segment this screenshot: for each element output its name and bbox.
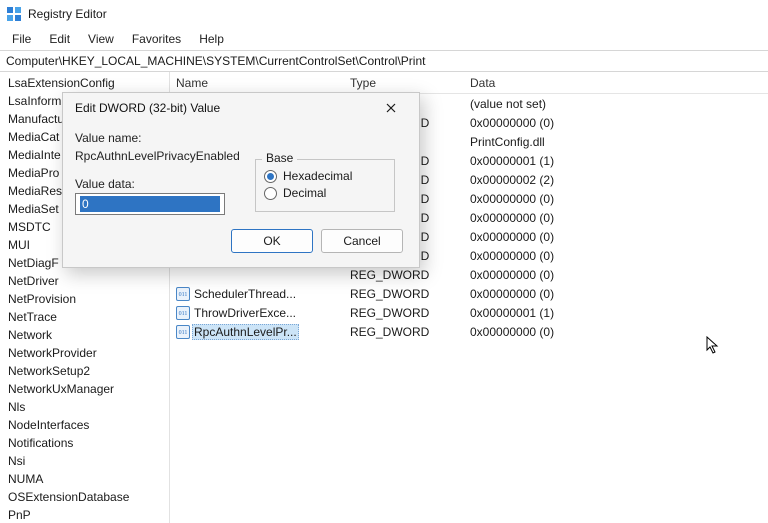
tree-node[interactable]: Network (8, 326, 169, 344)
edit-dword-dialog: Edit DWORD (32-bit) Value Value name: Rp… (62, 92, 420, 268)
value-data-text: 0x00000000 (0) (470, 287, 768, 301)
menu-view[interactable]: View (80, 30, 122, 48)
regedit-icon (6, 6, 22, 22)
value-data-text: (value not set) (470, 97, 768, 111)
value-type-text: REG_DWORD (350, 287, 470, 301)
titlebar: Registry Editor (0, 0, 768, 28)
dialog-titlebar[interactable]: Edit DWORD (32-bit) Value (63, 93, 419, 123)
tree-node[interactable]: LsaExtensionConfig (8, 74, 169, 92)
tree-node[interactable]: NetTrace (8, 308, 169, 326)
tree-node[interactable]: PnP (8, 506, 169, 523)
radio-dec-row[interactable]: Decimal (264, 186, 386, 200)
column-name[interactable]: Name (170, 76, 350, 90)
value-data-text: 0x00000001 (1) (470, 154, 768, 168)
value-name-text: ThrowDriverExce... (194, 306, 296, 320)
address-bar[interactable]: Computer\HKEY_LOCAL_MACHINE\SYSTEM\Curre… (0, 50, 768, 72)
value-data-text: 0x00000000 (0) (470, 230, 768, 244)
svg-text:011: 011 (179, 311, 188, 317)
tree-node[interactable]: NodeInterfaces (8, 416, 169, 434)
menu-favorites[interactable]: Favorites (124, 30, 189, 48)
cancel-button[interactable]: Cancel (321, 229, 403, 253)
ok-button[interactable]: OK (231, 229, 313, 253)
tree-node[interactable]: NetworkSetup2 (8, 362, 169, 380)
address-path: Computer\HKEY_LOCAL_MACHINE\SYSTEM\Curre… (6, 54, 425, 68)
dialog-title-text: Edit DWORD (32-bit) Value (75, 101, 220, 115)
value-data-input-wrap (75, 193, 225, 215)
svg-text:011: 011 (179, 330, 188, 336)
value-data-text: 0x00000000 (0) (470, 268, 768, 282)
column-type[interactable]: Type (350, 76, 470, 90)
tree-node[interactable]: NUMA (8, 470, 169, 488)
radio-hex-label: Hexadecimal (283, 169, 352, 183)
tree-node[interactable]: NetworkProvider (8, 344, 169, 362)
dialog-actions: OK Cancel (75, 215, 407, 255)
value-name-text: RpcAuthnLevelPr... (192, 324, 299, 340)
table-row[interactable]: 011 SchedulerThread... REG_DWORD0x00000000… (170, 284, 768, 303)
base-group: Base Hexadecimal Decimal (255, 159, 395, 212)
tree-node[interactable]: Notifications (8, 434, 169, 452)
dialog-body: Value name: RpcAuthnLevelPrivacyEnabled … (63, 123, 419, 267)
base-legend: Base (262, 151, 297, 165)
tree-node[interactable]: Nsi (8, 452, 169, 470)
value-data-text: 0x00000000 (0) (470, 192, 768, 206)
list-header: Name Type Data (170, 72, 768, 94)
value-data-label: Value data: (75, 177, 225, 191)
column-data[interactable]: Data (470, 76, 768, 90)
menu-edit[interactable]: Edit (41, 30, 78, 48)
value-name-label: Value name: (75, 131, 407, 145)
value-data-text: 0x00000000 (0) (470, 116, 768, 130)
value-type-text: REG_DWORD (350, 325, 470, 339)
radio-hex-row[interactable]: Hexadecimal (264, 169, 386, 183)
value-data-input[interactable] (80, 196, 220, 212)
menubar: File Edit View Favorites Help (0, 28, 768, 50)
value-data-text: PrintConfig.dll (470, 135, 768, 149)
binary-value-icon: 011 (176, 306, 190, 320)
value-data-text: 0x00000000 (0) (470, 211, 768, 225)
dialog-close-button[interactable] (371, 95, 411, 121)
menu-file[interactable]: File (4, 30, 39, 48)
tree-node[interactable]: NetProvision (8, 290, 169, 308)
binary-value-icon: 011 (176, 325, 190, 339)
radio-hex[interactable] (264, 170, 277, 183)
value-type-text: REG_DWORD (350, 306, 470, 320)
value-data-text: 0x00000002 (2) (470, 173, 768, 187)
radio-dec[interactable] (264, 187, 277, 200)
value-icon-hidden (176, 268, 190, 282)
close-icon (386, 103, 396, 113)
tree-node[interactable]: OSExtensionDatabase (8, 488, 169, 506)
tree-node[interactable]: NetDriver (8, 272, 169, 290)
binary-value-icon: 011 (176, 287, 190, 301)
value-data-text: 0x00000000 (0) (470, 325, 768, 339)
menu-help[interactable]: Help (191, 30, 232, 48)
tree-node[interactable]: Nls (8, 398, 169, 416)
value-type-text: REG_DWORD (350, 268, 470, 282)
table-row[interactable]: 011 ThrowDriverExce... REG_DWORD0x00000001… (170, 303, 768, 322)
value-data-text: 0x00000001 (1) (470, 306, 768, 320)
app-title: Registry Editor (28, 7, 107, 21)
radio-dec-label: Decimal (283, 186, 326, 200)
value-name-text: SchedulerThread... (194, 287, 296, 301)
table-row[interactable]: 011 RpcAuthnLevelPr... REG_DWORD0x00000000… (170, 322, 768, 341)
svg-text:011: 011 (179, 292, 188, 298)
tree-node[interactable]: NetworkUxManager (8, 380, 169, 398)
value-data-text: 0x00000000 (0) (470, 249, 768, 263)
